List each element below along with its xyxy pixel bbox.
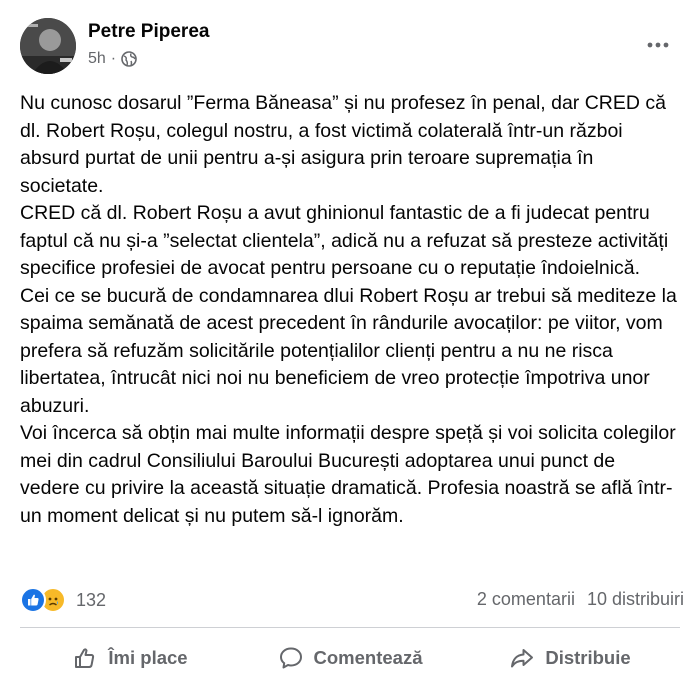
share-button-label: Distribuie (545, 647, 631, 668)
shares-count[interactable]: 10 distribuiri (587, 589, 684, 610)
meta-separator: · (110, 50, 117, 67)
thumbs-up-icon (75, 648, 95, 668)
post-stats: 2 comentarii 10 distribuiri (477, 589, 684, 610)
reactions-summary[interactable]: 132 (20, 586, 106, 614)
like-button-label: Îmi place (108, 647, 188, 668)
comments-count[interactable]: 2 comentarii (477, 589, 575, 610)
more-options-button[interactable] (638, 30, 678, 60)
comment-button[interactable]: Comentează (240, 636, 460, 680)
share-icon (511, 649, 534, 668)
globe-icon[interactable] (121, 51, 137, 67)
post-actions: Îmi place Comentează Distribuie (20, 636, 680, 680)
post-content: Nu cunosc dosarul ”Ferma Băneasa” și nu … (20, 90, 680, 530)
reaction-count: 132 (76, 589, 107, 610)
share-button[interactable]: Distribuie (460, 636, 680, 680)
facebook-post: Petre Piperea 5h · Nu cunosc dosarul ”Fe… (0, 0, 700, 683)
post-meta: 5h · (88, 50, 137, 68)
post-time[interactable]: 5h (88, 50, 106, 68)
author-name[interactable]: Petre Piperea (88, 21, 209, 43)
post-paragraph: Nu cunosc dosarul ”Ferma Băneasa” și nu … (20, 92, 666, 197)
comment-button-label: Comentează (313, 647, 423, 668)
comment-icon (279, 647, 302, 669)
post-paragraph: Voi încerca să obțin mai multe informați… (20, 422, 676, 527)
post-paragraph: Cei ce se bucură de condamnarea dlui Rob… (20, 284, 677, 417)
avatar[interactable] (20, 18, 76, 74)
divider (20, 627, 680, 628)
more-options-icon (647, 42, 669, 48)
like-button[interactable]: Îmi place (20, 636, 240, 680)
post-paragraph: CRED că dl. Robert Roșu a avut ghinionul… (20, 202, 669, 279)
like-icon (20, 587, 46, 613)
